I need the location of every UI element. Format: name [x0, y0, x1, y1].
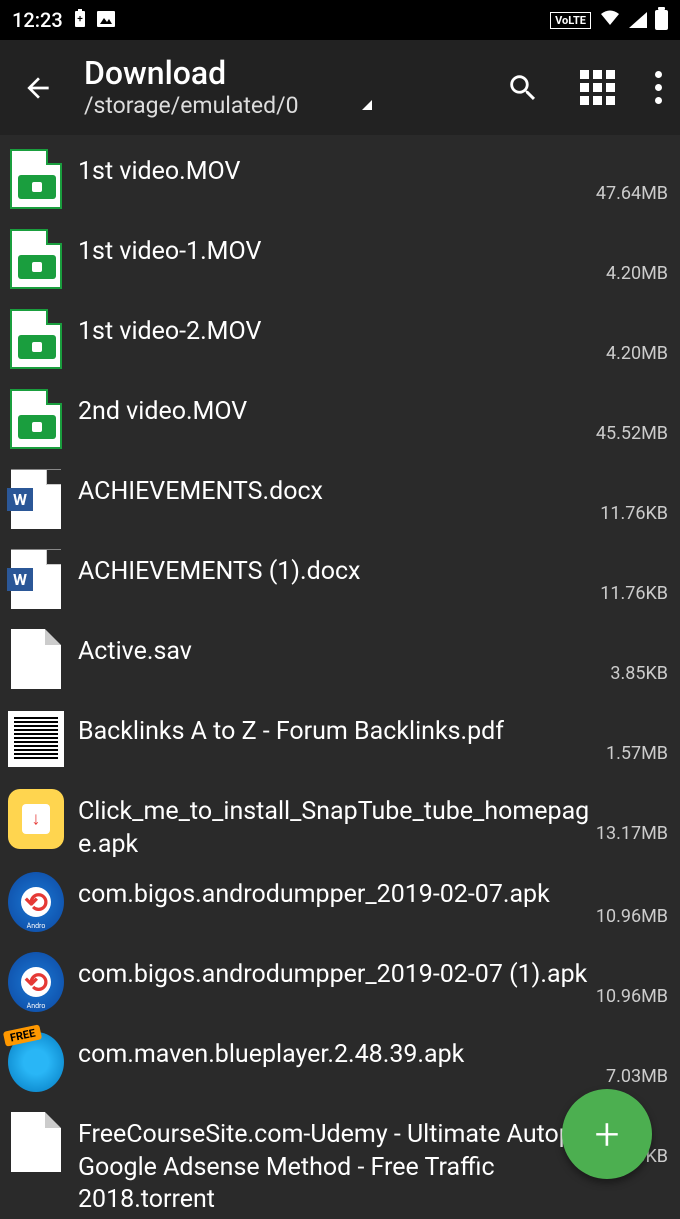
file-size: 11.76KB [600, 503, 668, 528]
file-name: Click_me_to_install_SnapTube_tube_homepa… [78, 796, 596, 861]
file-size: 7.03MB [606, 1066, 668, 1091]
video-file-icon [10, 309, 62, 369]
pdf-file-icon [8, 711, 64, 767]
file-size: 1.57MB [606, 743, 668, 768]
back-button[interactable] [18, 68, 58, 108]
apk-icon: FREE [8, 1032, 64, 1092]
battery-charging-icon: + [73, 8, 87, 32]
status-time: 12:23 [12, 8, 63, 32]
apk-icon: Andro [8, 872, 64, 932]
video-file-icon [10, 389, 62, 449]
volte-indicator: VoLTE [550, 12, 591, 29]
file-row[interactable]: Backlinks A to Z - Forum Backlinks.pdf1.… [0, 700, 680, 780]
apk-icon [8, 789, 64, 849]
file-row[interactable]: W ACHIEVEMENTS (1).docx11.76KB [0, 540, 680, 620]
file-name: ACHIEVEMENTS (1).docx [78, 556, 600, 589]
video-file-icon [10, 149, 62, 209]
file-name: com.maven.blueplayer.2.48.39.apk [78, 1039, 606, 1072]
fab-add-button[interactable]: + [562, 1089, 652, 1179]
video-file-icon [10, 229, 62, 289]
file-name: 1st video-2.MOV [78, 316, 606, 349]
file-name: 1st video-1.MOV [78, 236, 606, 269]
file-name: Backlinks A to Z - Forum Backlinks.pdf [78, 716, 606, 749]
file-row[interactable]: 2nd video.MOV45.52MB [0, 380, 680, 460]
file-row[interactable]: Andro com.bigos.androdumpper_2019-02-07.a… [0, 863, 680, 943]
status-bar: 12:23 + VoLTE [0, 0, 680, 40]
word-file-icon: W [11, 469, 61, 529]
file-row[interactable]: Andro com.bigos.androdumpper_2019-02-07 (… [0, 943, 680, 1023]
page-title: Download [84, 56, 496, 91]
title-block[interactable]: Download /storage/emulated/0 [84, 56, 496, 118]
file-size: 45.52MB [596, 423, 668, 448]
file-list: 1st video.MOV47.64MB1st video-1.MOV4.20M… [0, 135, 680, 1219]
file-name: 2nd video.MOV [78, 396, 596, 429]
file-name: Active.sav [78, 636, 610, 669]
file-row[interactable]: W ACHIEVEMENTS.docx11.76KB [0, 460, 680, 540]
file-name: 1st video.MOV [78, 156, 596, 189]
file-name: ACHIEVEMENTS.docx [78, 476, 600, 509]
plus-icon: + [595, 1108, 620, 1160]
file-row[interactable]: 1st video-2.MOV4.20MB [0, 300, 680, 380]
file-row[interactable]: Click_me_to_install_SnapTube_tube_homepa… [0, 780, 680, 863]
file-size: 10.96MB [596, 986, 668, 1011]
file-size: 4.20MB [606, 343, 668, 368]
apk-icon: Andro [8, 952, 64, 1012]
search-button[interactable] [506, 71, 540, 105]
signal-icon [629, 12, 647, 28]
file-name: com.bigos.androdumpper_2019-02-07.apk [78, 879, 596, 912]
more-options-button[interactable] [655, 71, 662, 104]
svg-text:+: + [77, 14, 83, 25]
grid-view-button[interactable] [580, 70, 615, 105]
file-row[interactable]: 1st video.MOV47.64MB [0, 140, 680, 220]
file-size: 13.17MB [596, 823, 668, 848]
file-row[interactable]: 1st video-1.MOV4.20MB [0, 220, 680, 300]
dropdown-icon [362, 100, 372, 110]
generic-file-icon [11, 629, 61, 689]
file-size: 4.20MB [606, 263, 668, 288]
file-size: 11.76KB [600, 583, 668, 608]
file-size: 47.64MB [596, 183, 668, 208]
file-size: 10.96MB [596, 906, 668, 931]
file-row[interactable]: FREE com.maven.blueplayer.2.48.39.apk7.03… [0, 1023, 680, 1103]
file-size: 3.85KB [610, 663, 668, 688]
word-file-icon: W [11, 549, 61, 609]
file-name: FreeCourseSite.com-Udemy - Ultimate Auto… [78, 1119, 610, 1217]
file-row[interactable]: Active.sav3.85KB [0, 620, 680, 700]
path-subtitle: /storage/emulated/0 [84, 92, 299, 119]
generic-file-icon [11, 1112, 61, 1172]
file-name: com.bigos.androdumpper_2019-02-07 (1).ap… [78, 959, 596, 992]
wifi-icon [599, 8, 621, 32]
image-icon [97, 8, 115, 32]
app-bar: Download /storage/emulated/0 [0, 40, 680, 135]
battery-icon [655, 10, 668, 30]
